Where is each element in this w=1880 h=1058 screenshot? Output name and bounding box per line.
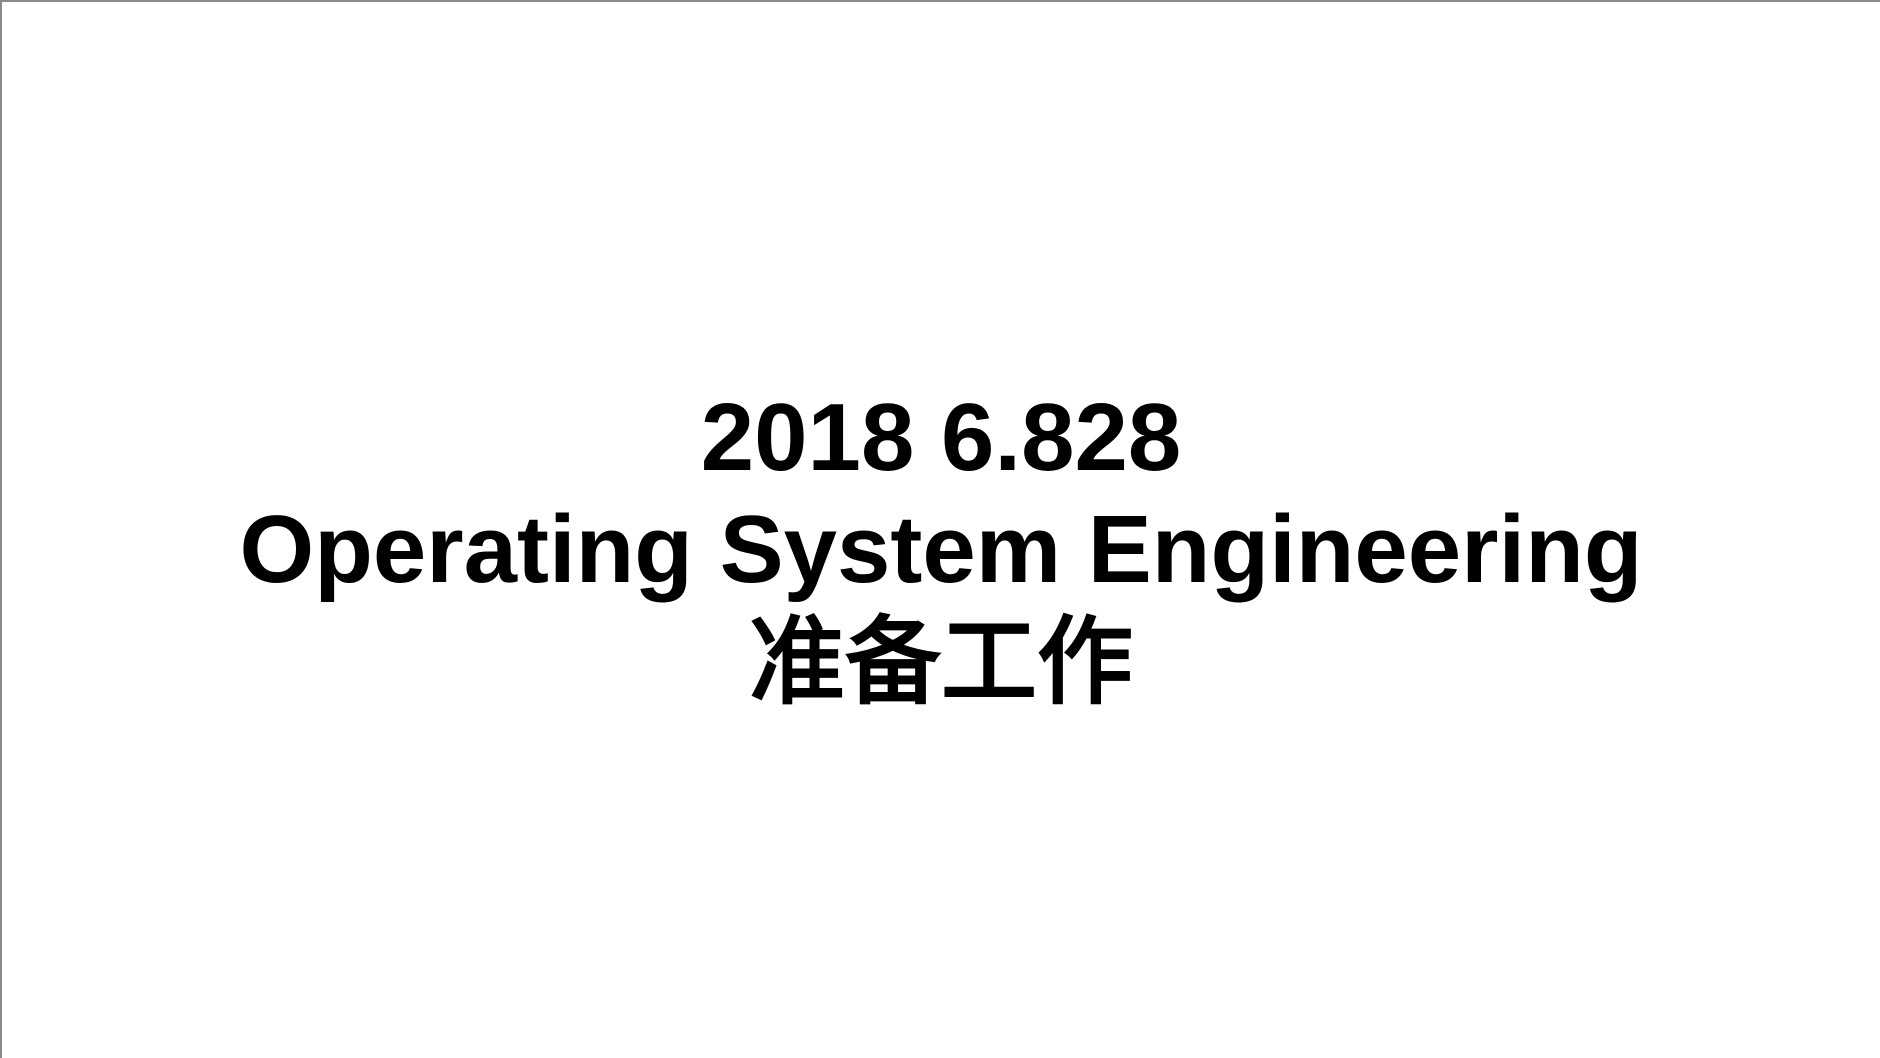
title-line-course: 2018 6.828 bbox=[700, 384, 1182, 491]
title-line-section: 准备工作 bbox=[749, 606, 1133, 718]
slide-title: 2018 6.828 Operating System Engineering … bbox=[2, 382, 1880, 718]
title-line-subject: Operating System Engineering bbox=[239, 496, 1643, 603]
slide-canvas: 2018 6.828 Operating System Engineering … bbox=[0, 0, 1880, 1058]
